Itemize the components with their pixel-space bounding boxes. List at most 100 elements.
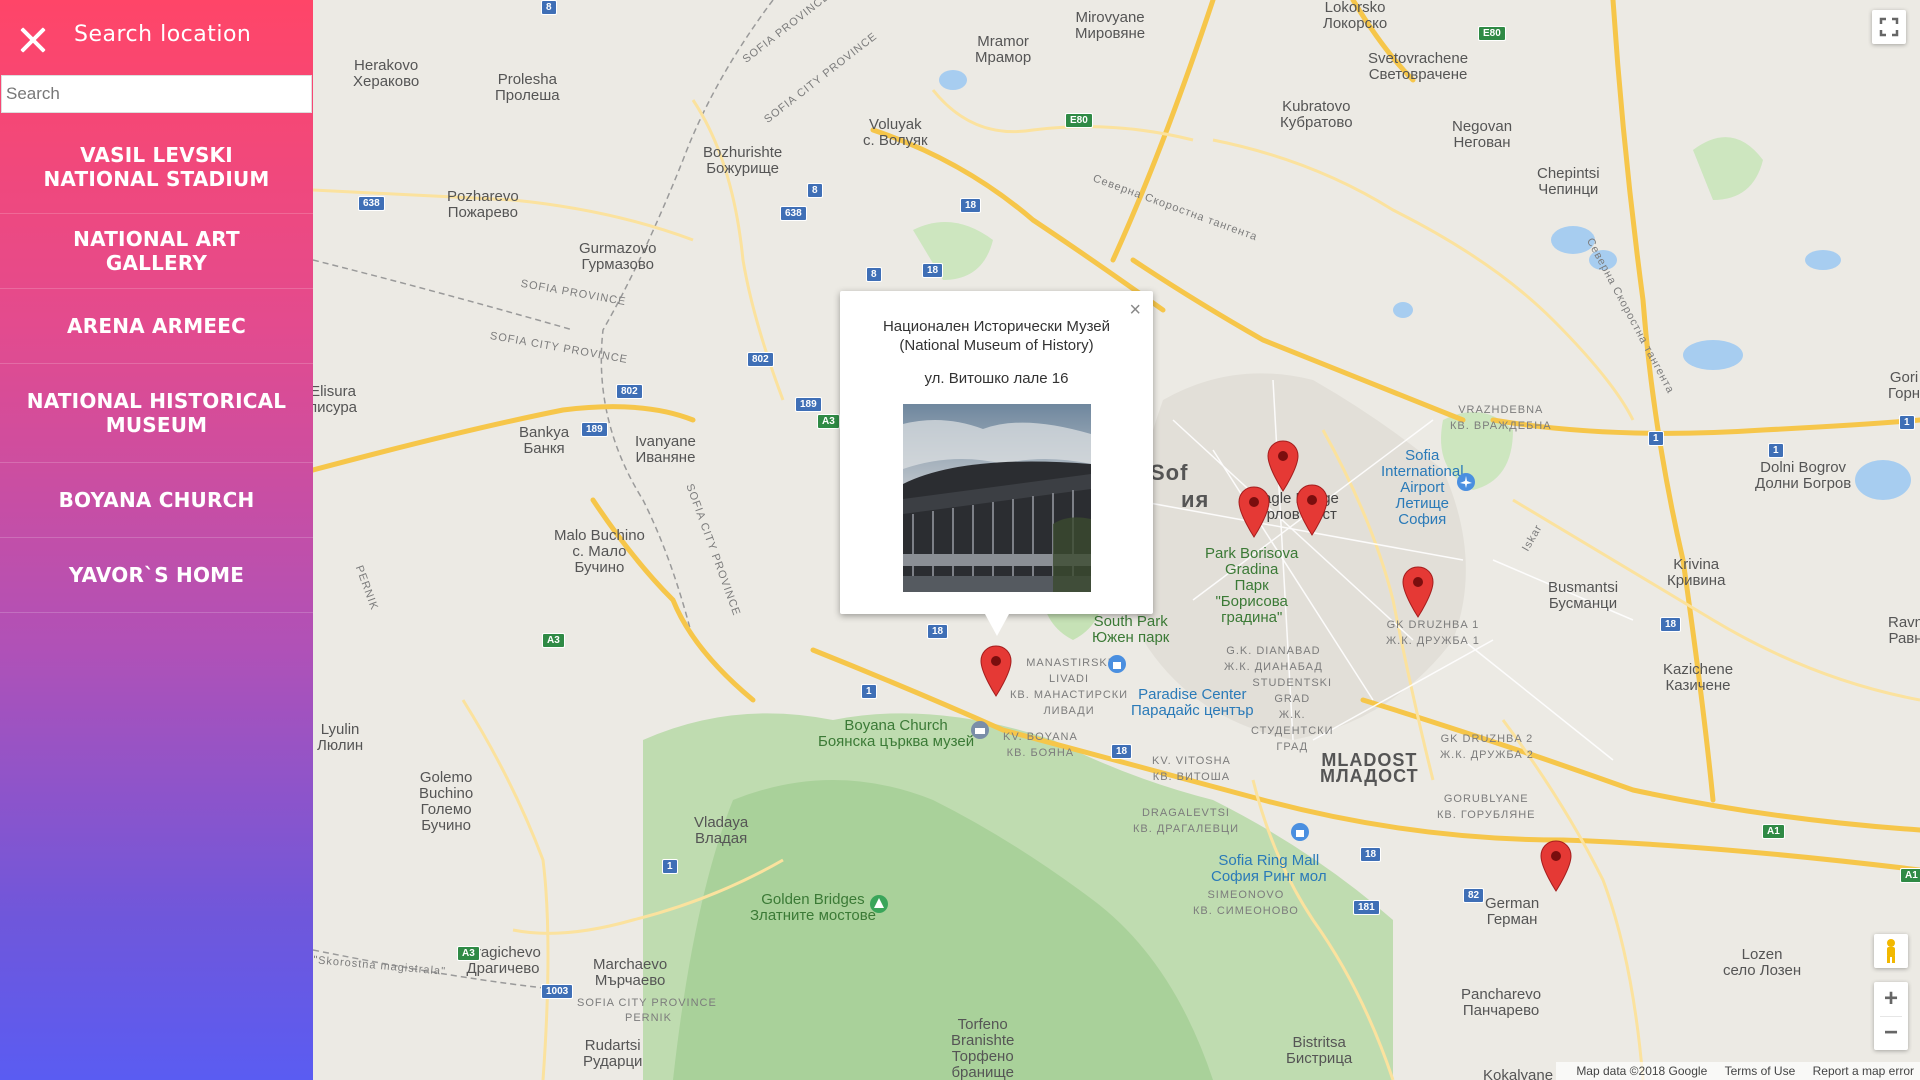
info-window-title: Национален Исторически Музей (National M… <box>882 318 1111 354</box>
map-label: PERNIK <box>625 1012 672 1024</box>
info-window-close-icon[interactable]: × <box>1129 299 1141 322</box>
location-marker[interactable] <box>1267 440 1299 492</box>
road-shield: 638 <box>780 206 807 221</box>
map-label: Ivanyane Иваняне <box>635 433 696 466</box>
location-marker[interactable] <box>1540 840 1572 892</box>
map-label: Prolesha Пролеша <box>495 71 560 104</box>
map-label: GK DRUZHBA 2 Ж.К. ДРУЖБА 2 <box>1440 733 1534 761</box>
road-shield: E80 <box>1478 26 1506 41</box>
location-item-yavors-home[interactable]: YAVOR`S HOME <box>0 538 313 613</box>
terms-of-use-link[interactable]: Terms of Use <box>1725 1064 1796 1078</box>
map-label: KV. BOYANA КВ. БОЯНА <box>1003 731 1078 759</box>
location-marker[interactable] <box>1296 484 1328 536</box>
shopping-poi-icon[interactable] <box>1290 822 1310 842</box>
road-shield: 802 <box>616 384 643 399</box>
location-marker[interactable] <box>980 645 1012 697</box>
map-label: Lyulin Люлин <box>317 721 364 754</box>
road-shield: 18 <box>1111 744 1133 759</box>
map-attribution: Map data ©2018 Google Terms of Use Repor… <box>1556 1062 1920 1080</box>
map-label: Paradise Center Парадайс център <box>1131 686 1254 719</box>
map-label: Kokalyane <box>1483 1067 1554 1080</box>
road-shield: 1 <box>1768 443 1784 458</box>
road-shield: 18 <box>1660 617 1682 632</box>
map-label: Lokorsko Локорско <box>1323 0 1388 32</box>
map-label: MLADOST МЛАДОСТ <box>1320 750 1419 786</box>
zoom-controls: + − <box>1874 982 1908 1050</box>
road-shield: 1003 <box>541 984 574 999</box>
map-label: Rudartsi Рударци <box>583 1037 643 1070</box>
museum-poi-icon[interactable] <box>970 720 990 740</box>
map-label: Malo Buchino с. Мало Бучино <box>554 527 645 576</box>
location-item-arena-armeec[interactable]: ARENA ARMEEC <box>0 289 313 364</box>
road-shield: A3 <box>457 946 480 961</box>
map-label: GK DRUZHBA 1 Ж.К. ДРУЖБА 1 <box>1386 619 1480 647</box>
map-label: Kubratovo Кубратово <box>1280 98 1353 131</box>
map-label: VRAZHDEBNA КВ. ВРАЖДЕБНА <box>1450 404 1552 432</box>
map-label: Busmantsi Бусманци <box>1548 579 1619 612</box>
map-label: Pancharevo Панчарево <box>1461 986 1542 1019</box>
road-shield: 181 <box>1353 900 1380 915</box>
map[interactable]: Lokorsko Локорско Herakovo Хераково Proles… <box>313 0 1920 1080</box>
pegman-icon <box>1887 939 1895 963</box>
map-label: Krivina Кривина <box>1667 556 1726 589</box>
map-label: Elisura писура <box>313 383 358 416</box>
search-input[interactable] <box>1 75 312 113</box>
map-label: SIMEONOVO КВ. СИМЕОНОВО <box>1193 889 1299 917</box>
road-shield: 638 <box>358 196 385 211</box>
location-item-boyana-church[interactable]: BOYANA CHURCH <box>0 463 313 538</box>
map-label: Bankya Банкя <box>519 424 570 457</box>
park-poi-icon[interactable] <box>869 894 889 914</box>
location-list: VASIL LEVSKI NATIONAL STADIUM NATIONAL A… <box>0 120 313 613</box>
map-label: STUDENTSKI GRAD Ж.К. СТУДЕНТСКИ ГРАД <box>1251 677 1334 753</box>
road-shield: A3 <box>542 633 565 648</box>
location-item-national-art-gallery[interactable]: NATIONAL ART GALLERY <box>0 214 313 289</box>
map-label: GORUBLYANE КВ. ГОРУБЛЯНЕ <box>1437 793 1536 821</box>
map-label: Sof <box>1150 460 1189 485</box>
location-marker[interactable] <box>1402 566 1434 618</box>
map-label: Boyana Church Боянска църква музей <box>818 717 975 750</box>
location-item-vasil-levski-stadium[interactable]: VASIL LEVSKI NATIONAL STADIUM <box>0 120 313 214</box>
map-label: Golemo Buchino Големо Бучино <box>419 769 474 834</box>
info-window: × Национален Исторически Музей (National… <box>840 291 1153 636</box>
road-shield: A3 <box>817 414 840 429</box>
map-label: Golden Bridges Златните мостове <box>750 891 876 924</box>
map-label: Dolni Bogrov Долни Богров <box>1755 459 1852 492</box>
sidebar-title: Search location <box>74 22 252 47</box>
map-label: South Park Южен парк <box>1092 613 1170 646</box>
info-window-address: ул. Витошко лале 16 <box>924 370 1069 387</box>
airport-poi-icon[interactable] <box>1456 472 1476 492</box>
road-shield: 18 <box>922 263 944 278</box>
road-shield: 8 <box>807 183 823 198</box>
map-label: Vladaya Владая <box>694 814 749 847</box>
sidebar: Search location VASIL LEVSKI NATIONAL ST… <box>0 0 313 1080</box>
map-label: Bozhurishte Божурище <box>703 144 783 177</box>
zoom-out-button[interactable]: − <box>1874 1017 1908 1050</box>
map-label: Sofia International Airport Летище София <box>1381 447 1464 528</box>
sidebar-header: Search location <box>0 0 313 74</box>
road-shield: 82 <box>1463 888 1485 903</box>
road-shield: 18 <box>1360 847 1382 862</box>
map-label: Gori Горн <box>1888 369 1920 402</box>
fullscreen-button[interactable] <box>1872 10 1906 44</box>
street-view-pegman[interactable] <box>1874 934 1908 968</box>
location-marker[interactable] <box>1238 486 1270 538</box>
map-label: Bistritsa Бистрица <box>1286 1034 1353 1067</box>
report-map-error-link[interactable]: Report a map error <box>1813 1064 1914 1078</box>
road-shield: 18 <box>927 624 949 639</box>
close-icon[interactable] <box>19 26 47 54</box>
zoom-in-button[interactable]: + <box>1874 982 1908 1016</box>
road-shield: 189 <box>795 397 822 412</box>
location-item-national-historical-museum[interactable]: NATIONAL HISTORICAL MUSEUM <box>0 364 313 463</box>
map-data-credit: Map data ©2018 Google <box>1576 1064 1708 1078</box>
map-label: Mramor Мрамор <box>975 33 1032 66</box>
map-label: Ravn Равн <box>1888 614 1920 647</box>
map-label: DRAGALEVTSI КВ. ДРАГАЛЕВЦИ <box>1133 807 1239 835</box>
map-label: Chepintsi Чепинци <box>1537 165 1600 198</box>
road-shield: A1 <box>1900 868 1920 883</box>
map-label: Svetovrachene Световрачене <box>1368 50 1469 83</box>
map-label: Gurmazovo Гурмазово <box>579 240 657 273</box>
road-shield: 1 <box>1899 415 1915 430</box>
map-label: Negovan Негован <box>1452 118 1513 151</box>
map-label: Pozharevo Пожарево <box>447 188 519 221</box>
shopping-poi-icon[interactable] <box>1107 654 1127 674</box>
